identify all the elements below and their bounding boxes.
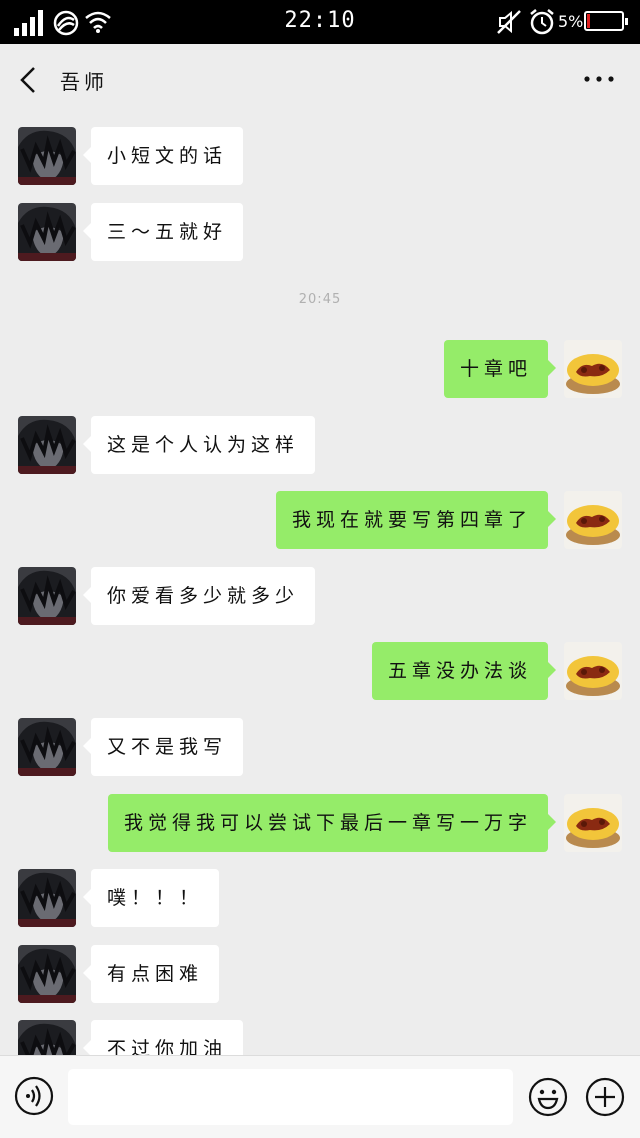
my-avatar[interactable] xyxy=(564,794,622,852)
mute-icon xyxy=(497,10,521,34)
received-message-bubble[interactable]: 又不是我写 xyxy=(82,718,244,776)
sent-message-bubble[interactable]: 我现在就要写第四章了 xyxy=(275,491,557,549)
battery-level xyxy=(587,14,590,28)
back-arrow-icon[interactable] xyxy=(14,64,44,96)
status-bar: 22:10 5% xyxy=(0,0,640,44)
plus-icon[interactable] xyxy=(584,1076,626,1118)
message-row: 又不是我写 xyxy=(0,718,640,778)
battery-percent: 5% xyxy=(558,12,584,31)
contact-avatar[interactable] xyxy=(18,869,76,927)
chat-header: 吾师 xyxy=(0,44,640,116)
chat-title: 吾师 xyxy=(60,70,108,94)
contact-avatar[interactable] xyxy=(18,567,76,625)
received-message-bubble[interactable]: 三～五就好 xyxy=(82,203,244,261)
message-row: 这是个人认为这样 xyxy=(0,416,640,476)
received-message-bubble[interactable]: 你爱看多少就多少 xyxy=(82,567,316,625)
my-avatar[interactable] xyxy=(564,340,622,398)
contact-avatar[interactable] xyxy=(18,203,76,261)
message-row: 五章没办法谈 xyxy=(0,642,640,702)
message-timestamp: 20:45 xyxy=(298,292,342,307)
sent-message-bubble[interactable]: 五章没办法谈 xyxy=(371,642,557,700)
message-row: 我觉得我可以尝试下最后一章写一万字 xyxy=(0,794,640,854)
more-options-icon[interactable] xyxy=(582,70,616,88)
contact-avatar[interactable] xyxy=(18,127,76,185)
sent-message-bubble[interactable]: 十章吧 xyxy=(443,340,557,398)
my-avatar[interactable] xyxy=(564,642,622,700)
contact-avatar[interactable] xyxy=(18,718,76,776)
message-row: 你爱看多少就多少 xyxy=(0,567,640,627)
sent-message-bubble[interactable]: 我觉得我可以尝试下最后一章写一万字 xyxy=(107,794,557,852)
received-message-bubble[interactable]: 噗！！！ xyxy=(82,869,220,927)
message-row: 噗！！！ xyxy=(0,869,640,929)
input-bar xyxy=(0,1055,640,1138)
message-row: 我现在就要写第四章了 xyxy=(0,491,640,551)
received-message-bubble[interactable]: 小短文的话 xyxy=(82,127,244,185)
emoji-icon[interactable] xyxy=(527,1076,569,1118)
message-row: 小短文的话 xyxy=(0,127,640,187)
message-input[interactable] xyxy=(68,1069,513,1125)
received-message-bubble[interactable]: 有点困难 xyxy=(82,945,220,1003)
message-row: 有点困难 xyxy=(0,945,640,1005)
received-message-bubble[interactable]: 这是个人认为这样 xyxy=(82,416,316,474)
message-row: 三～五就好 xyxy=(0,203,640,263)
message-row: 十章吧 xyxy=(0,340,640,400)
battery-icon xyxy=(584,11,628,31)
alarm-icon xyxy=(530,9,554,35)
contact-avatar[interactable] xyxy=(18,416,76,474)
contact-avatar[interactable] xyxy=(18,945,76,1003)
voice-input-icon[interactable] xyxy=(14,1076,54,1116)
my-avatar[interactable] xyxy=(564,491,622,549)
